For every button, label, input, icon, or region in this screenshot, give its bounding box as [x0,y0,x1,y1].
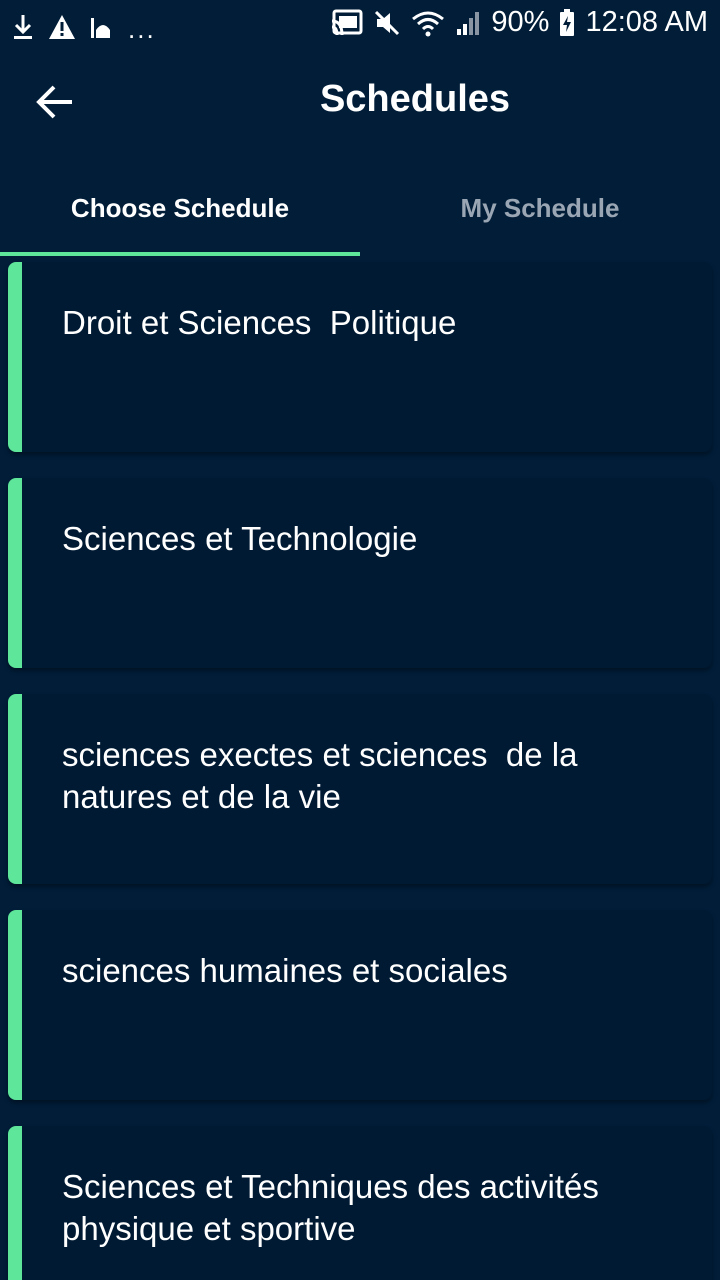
status-bar-right: 90% 12:08 AM [331,6,708,39]
schedule-card-label: sciences humaines et sociales [62,952,508,989]
download-icon [12,13,34,41]
schedule-card-staps[interactable]: Sciences et Techniques des activités phy… [8,1126,712,1280]
card-accent-bar [8,910,22,1100]
schedule-card-label: sciences exectes et sciences de la natur… [62,736,587,815]
tab-label: My Schedule [460,192,620,223]
tab-my-schedule[interactable]: My Schedule [360,160,720,256]
cast-icon [331,9,363,37]
status-bar: ... 90% 12:08 AM [0,0,720,48]
battery-charging-icon [559,8,575,37]
schedule-card-sciences-humaines-sociales[interactable]: sciences humaines et sociales [8,910,712,1100]
card-accent-bar [8,478,22,668]
schedule-card-sciences-technologie[interactable]: Sciences et Technologie [8,478,712,668]
schedule-card-label: Sciences et Technologie [62,520,418,557]
tab-choose-schedule[interactable]: Choose Schedule [0,160,360,256]
active-tab-indicator [0,252,360,256]
card-accent-bar [8,694,22,884]
notification-overflow: ... [128,14,156,44]
mosque-icon [90,14,114,40]
battery-percentage: 90% [491,6,550,38]
card-accent-bar [8,262,22,452]
schedule-list: Droit et Sciences Politique Sciences et … [0,262,720,1280]
warning-icon [48,14,76,40]
mute-icon [373,9,401,37]
schedule-card-label: Sciences et Techniques des activités phy… [62,1168,609,1247]
wifi-icon [411,9,445,37]
schedule-card-label: Droit et Sciences Politique [62,304,457,341]
signal-icon [455,9,481,37]
page-title: Schedules [319,78,511,120]
status-clock: 12:08 AM [585,6,708,38]
app-bar: Schedules [0,48,720,160]
schedules-screen: ... 90% 12:08 AM Schedules Choose Schedu… [0,0,720,1280]
tab-label: Choose Schedule [70,192,290,223]
schedule-card-sciences-exactes-nature-vie[interactable]: sciences exectes et sciences de la natur… [8,694,712,884]
card-accent-bar [8,1126,22,1280]
status-bar-left: ... [12,8,156,45]
tab-bar: Choose Schedule My Schedule [0,160,720,256]
schedule-card-droit-sciences-politique[interactable]: Droit et Sciences Politique [8,262,712,452]
